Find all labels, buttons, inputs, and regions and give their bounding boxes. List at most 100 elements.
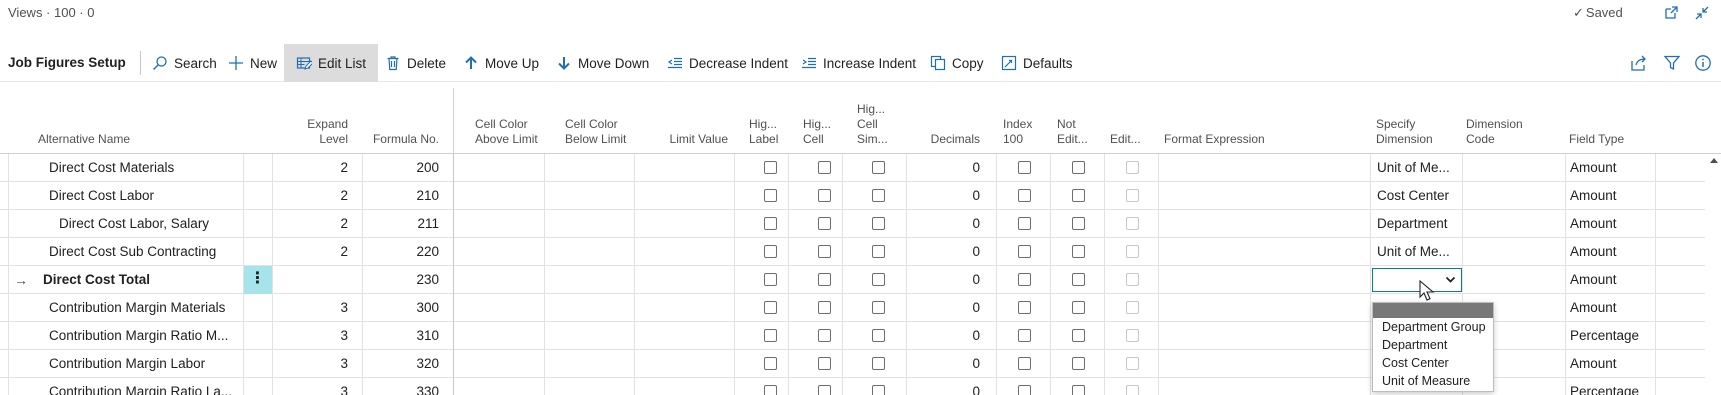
index-100-checkbox[interactable]: [1018, 161, 1031, 174]
expand-level-cell[interactable]: 2: [280, 154, 348, 182]
table-row[interactable]: Direct Cost Sub Contracting 2 220 0 Unit…: [0, 238, 1705, 266]
dropdown-empty-option[interactable]: [1373, 303, 1493, 318]
field-type-cell[interactable]: Amount: [1570, 350, 1655, 378]
not-editable-checkbox[interactable]: [1072, 217, 1085, 230]
highlight-label-checkbox[interactable]: [764, 301, 777, 314]
expand-level-cell[interactable]: 2: [280, 210, 348, 238]
col-format-expression[interactable]: Format Expression: [1164, 132, 1265, 147]
formula-no-cell[interactable]: 211: [365, 210, 439, 238]
highlight-cell-checkbox[interactable]: [818, 245, 831, 258]
col-alternative-name[interactable]: Alternative Name: [38, 132, 130, 147]
defaults-button[interactable]: Defaults: [1001, 44, 1073, 82]
share-icon[interactable]: [1630, 54, 1648, 72]
decimals-cell[interactable]: 0: [910, 266, 980, 294]
highlight-label-checkbox[interactable]: [764, 189, 777, 202]
filter-icon[interactable]: [1663, 54, 1681, 72]
search-button[interactable]: Search: [152, 44, 217, 82]
not-editable-checkbox[interactable]: [1072, 329, 1085, 342]
index-100-checkbox[interactable]: [1018, 357, 1031, 370]
field-type-cell[interactable]: Amount: [1570, 182, 1655, 210]
highlight-cell-similar-checkbox[interactable]: [872, 161, 885, 174]
not-editable-checkbox[interactable]: [1072, 189, 1085, 202]
delete-button[interactable]: Delete: [385, 44, 446, 82]
highlight-cell-similar-checkbox[interactable]: [872, 329, 885, 342]
highlight-cell-similar-checkbox[interactable]: [872, 301, 885, 314]
col-cell-color-below-limit[interactable]: Cell Color Below Limit: [565, 117, 626, 147]
col-dimension-code[interactable]: Dimension Code: [1466, 117, 1523, 147]
formula-no-cell[interactable]: 220: [365, 238, 439, 266]
highlight-cell-checkbox[interactable]: [818, 217, 831, 230]
not-editable-checkbox[interactable]: [1072, 301, 1085, 314]
highlight-cell-similar-checkbox[interactable]: [872, 273, 885, 286]
info-icon[interactable]: [1694, 54, 1712, 72]
highlight-cell-similar-checkbox[interactable]: [872, 217, 885, 230]
field-type-cell[interactable]: Amount: [1570, 294, 1655, 322]
col-field-type[interactable]: Field Type: [1569, 132, 1624, 147]
not-editable-checkbox[interactable]: [1072, 245, 1085, 258]
highlight-cell-similar-checkbox[interactable]: [872, 385, 885, 395]
highlight-cell-checkbox[interactable]: [818, 301, 831, 314]
col-not-editable[interactable]: Not Edit...: [1057, 117, 1088, 147]
copy-button[interactable]: Copy: [930, 44, 984, 82]
specify-dimension-cell[interactable]: Cost Center: [1377, 182, 1462, 210]
dropdown-option-department[interactable]: Department: [1373, 336, 1493, 354]
col-decimals[interactable]: Decimals: [905, 132, 980, 147]
alternative-name-cell[interactable]: Contribution Margin Ratio La...: [49, 378, 239, 395]
decimals-cell[interactable]: 0: [910, 238, 980, 266]
col-highlight-cell[interactable]: Hig... Cell: [803, 117, 831, 147]
alternative-name-cell[interactable]: Direct Cost Sub Contracting: [49, 238, 239, 266]
formula-no-cell[interactable]: 230: [365, 266, 439, 294]
highlight-cell-checkbox[interactable]: [818, 161, 831, 174]
alternative-name-cell[interactable]: Direct Cost Labor: [49, 182, 239, 210]
expand-level-cell[interactable]: 3: [280, 294, 348, 322]
decimals-cell[interactable]: 0: [910, 322, 980, 350]
move-down-button[interactable]: Move Down: [556, 44, 649, 82]
col-formula-no[interactable]: Formula No.: [360, 132, 439, 147]
highlight-cell-checkbox[interactable]: [818, 357, 831, 370]
alternative-name-cell[interactable]: Contribution Margin Materials: [49, 294, 239, 322]
highlight-cell-checkbox[interactable]: [818, 273, 831, 286]
formula-no-cell[interactable]: 320: [365, 350, 439, 378]
highlight-cell-checkbox[interactable]: [818, 385, 831, 395]
col-specify-dimension[interactable]: Specify Dimension: [1376, 117, 1433, 147]
index-100-checkbox[interactable]: [1018, 329, 1031, 342]
alternative-name-cell[interactable]: Contribution Margin Labor: [49, 350, 239, 378]
table-row[interactable]: Direct Cost Labor 2 210 0 Cost Center Am…: [0, 182, 1705, 210]
field-type-cell[interactable]: Percentage: [1570, 378, 1655, 395]
formula-no-cell[interactable]: 200: [365, 154, 439, 182]
new-button[interactable]: New: [228, 44, 277, 82]
scroll-up-arrow-icon[interactable]: [1709, 156, 1719, 164]
decimals-cell[interactable]: 0: [910, 294, 980, 322]
formula-no-cell[interactable]: 330: [365, 378, 439, 395]
decimals-cell[interactable]: 0: [910, 350, 980, 378]
field-type-cell[interactable]: Percentage: [1570, 322, 1655, 350]
dropdown-option-cost-center[interactable]: Cost Center: [1373, 354, 1493, 372]
collapse-icon[interactable]: [1693, 4, 1711, 22]
highlight-label-checkbox[interactable]: [764, 385, 777, 395]
highlight-label-checkbox[interactable]: [764, 161, 777, 174]
alternative-name-cell[interactable]: Direct Cost Materials: [49, 154, 239, 182]
decimals-cell[interactable]: 0: [910, 378, 980, 395]
highlight-label-checkbox[interactable]: [764, 357, 777, 370]
highlight-label-checkbox[interactable]: [764, 245, 777, 258]
edit-list-button[interactable]: Edit List: [284, 44, 379, 82]
not-editable-checkbox[interactable]: [1072, 385, 1085, 395]
specify-dimension-select[interactable]: [1372, 268, 1462, 292]
highlight-label-checkbox[interactable]: [764, 273, 777, 286]
col-index-100[interactable]: Index 100: [1003, 117, 1032, 147]
dropdown-option-unit-of-measure[interactable]: Unit of Measure: [1373, 372, 1493, 390]
alternative-name-cell[interactable]: Direct Cost Total: [43, 266, 239, 294]
decimals-cell[interactable]: 0: [910, 154, 980, 182]
col-editable[interactable]: Edit...: [1110, 132, 1141, 147]
highlight-cell-similar-checkbox[interactable]: [872, 357, 885, 370]
decimals-cell[interactable]: 0: [910, 182, 980, 210]
highlight-label-checkbox[interactable]: [764, 217, 777, 230]
specify-dimension-cell[interactable]: Unit of Me...: [1377, 238, 1462, 266]
index-100-checkbox[interactable]: [1018, 385, 1031, 395]
expand-level-cell[interactable]: 2: [280, 182, 348, 210]
not-editable-checkbox[interactable]: [1072, 357, 1085, 370]
not-editable-checkbox[interactable]: [1072, 273, 1085, 286]
highlight-label-checkbox[interactable]: [764, 329, 777, 342]
table-row[interactable]: Direct Cost Materials 2 200 0 Unit of Me…: [0, 154, 1705, 182]
index-100-checkbox[interactable]: [1018, 189, 1031, 202]
